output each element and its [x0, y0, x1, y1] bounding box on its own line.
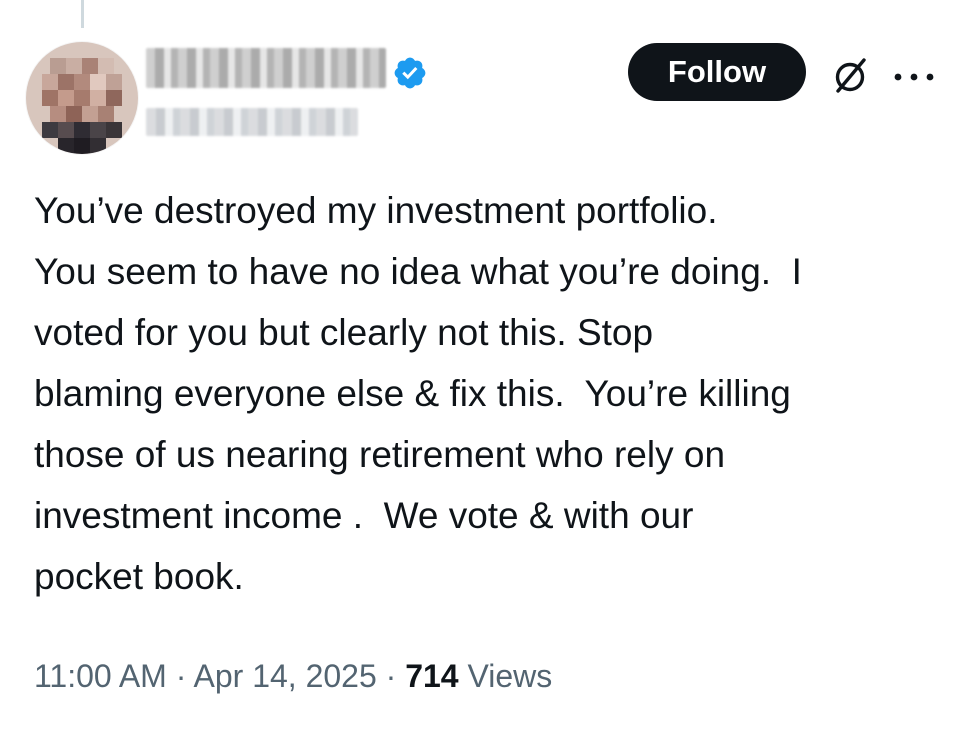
display-name-redacted[interactable]	[146, 48, 386, 88]
username-handle-redacted[interactable]	[146, 108, 358, 136]
grok-icon[interactable]	[828, 54, 872, 98]
more-options-icon[interactable]	[890, 66, 938, 88]
tweet-time[interactable]: 11:00 AM	[34, 658, 167, 694]
views-count[interactable]: 714	[405, 658, 458, 694]
tweet-text: You’ve destroyed my investment portfolio…	[34, 180, 944, 607]
follow-button[interactable]: Follow	[628, 43, 806, 101]
tweet-text-line: You’ve destroyed my investment portfolio…	[34, 190, 718, 231]
tweet-text-line: those of us nearing retirement who rely …	[34, 434, 726, 475]
thread-connector-line	[81, 0, 84, 28]
tweet-text-line: You seem to have no idea what you’re doi…	[34, 251, 802, 292]
meta-separator: ·	[166, 658, 194, 694]
avatar[interactable]	[26, 42, 138, 154]
tweet-metadata: 11:00 AM · Apr 14, 2025 · 714 Views	[34, 652, 552, 700]
views-label[interactable]: Views	[467, 658, 552, 694]
tweet-date[interactable]: Apr 14, 2025	[194, 658, 377, 694]
verified-badge-icon	[394, 57, 426, 89]
tweet-text-line: investment income . We vote & with our	[34, 495, 694, 536]
meta-separator: ·	[376, 658, 406, 694]
tweet-text-line: pocket book.	[34, 556, 244, 597]
tweet-text-line: blaming everyone else & fix this. You’re…	[34, 373, 791, 414]
tweet-header: Follow	[0, 30, 960, 154]
tweet-text-line: voted for you but clearly not this. Stop	[34, 312, 654, 353]
